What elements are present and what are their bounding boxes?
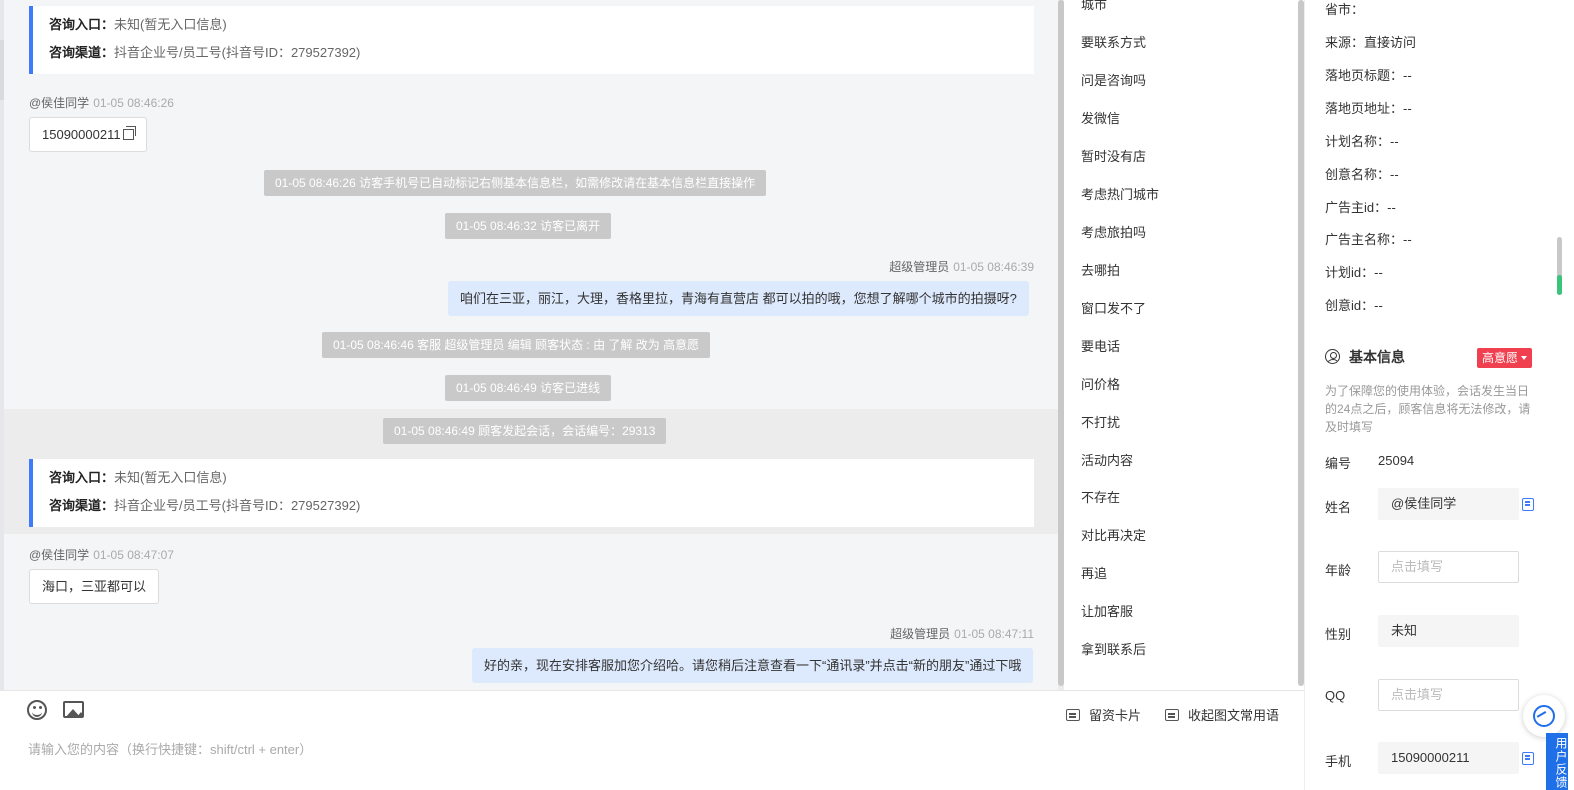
id-label: 编号	[1325, 456, 1352, 471]
landing-page-url: 落地页地址：--	[1325, 101, 1412, 116]
quick-reply-item[interactable]: 问是咨询吗	[1081, 73, 1146, 89]
consult-info-card: 咨询入口：未知(暂无入口信息) 咨询渠道：抖音企业号/员工号(抖音号ID：279…	[29, 6, 1034, 74]
quick-reply-item[interactable]: 对比再决定	[1081, 528, 1146, 544]
age-label: 年龄	[1325, 563, 1352, 578]
landing-page-title: 落地页标题：--	[1325, 68, 1412, 83]
channel-value: 抖音企业号/员工号(抖音号ID：279527392)	[114, 45, 361, 60]
intent-status-dropdown[interactable]: 高意愿	[1477, 348, 1533, 368]
quick-reply-item[interactable]: 问价格	[1081, 377, 1120, 393]
message-time: 01-05 08:46:39	[953, 260, 1034, 274]
basic-info-label: 基本信息	[1349, 349, 1405, 365]
collapse-phrases-label: 收起图文常用语	[1188, 708, 1280, 723]
message-icon	[1066, 709, 1080, 721]
entry-value: 未知(暂无入口信息)	[114, 17, 227, 32]
entry-value: 未知(暂无入口信息)	[114, 470, 227, 485]
collapse-phrases-button[interactable]: 收起图文常用语	[1165, 705, 1279, 724]
message-composer: 留资卡片 收起图文常用语 请输入您的内容（换行快捷键：shift/ctrl + …	[0, 690, 1304, 790]
message-input[interactable]: 请输入您的内容（换行快捷键：shift/ctrl + enter）	[28, 739, 312, 758]
quick-reply-item[interactable]: 不打扰	[1081, 415, 1120, 431]
quick-reply-item[interactable]: 暂时没有店	[1081, 149, 1146, 165]
basic-info-title: 基本信息	[1325, 347, 1405, 367]
source: 来源：直接访问	[1325, 35, 1417, 50]
quick-reply-item[interactable]: 让加客服	[1081, 604, 1133, 620]
message-time: 01-05 08:47:11	[954, 627, 1034, 641]
system-message: 01-05 08:46:49 访客已进线	[445, 375, 612, 401]
user-feedback-tab[interactable]: 用户反馈	[1546, 733, 1568, 790]
creative-id: 创意id：--	[1325, 298, 1383, 313]
assistant-float-button[interactable]	[1523, 695, 1565, 737]
message-meta: @侯佳同学 01-05 08:47:07	[29, 546, 174, 563]
quick-reply-item[interactable]: 要联系方式	[1081, 35, 1146, 51]
user-icon	[1325, 349, 1340, 364]
gender-select[interactable]: 未知	[1378, 615, 1519, 647]
gender-label: 性别	[1325, 627, 1352, 642]
message-meta: 超级管理员 01-05 08:47:11	[840, 625, 1034, 642]
visitor-message[interactable]: 海口，三亚都可以	[29, 569, 160, 604]
qq-field[interactable]: 点击填写	[1378, 679, 1519, 711]
system-message: 01-05 08:46:46 客服 超级管理员 编辑 顾客状态 : 由 了解 改…	[322, 332, 711, 358]
chat-panel: 咨询入口：未知(暂无入口信息) 咨询渠道：抖音企业号/员工号(抖音号ID：279…	[0, 0, 1064, 690]
chat-left-edge	[0, 0, 4, 690]
phone-label: 手机	[1325, 754, 1352, 769]
channel-value: 抖音企业号/员工号(抖音号ID：279527392)	[114, 498, 361, 513]
customer-info-panel: 省市： 来源：直接访问 落地页标题：-- 落地页地址：-- 计划名称：-- 创意…	[1304, 0, 1574, 790]
message-icon	[1165, 709, 1179, 721]
qq-label: QQ	[1325, 688, 1346, 703]
message-meta: @侯佳同学 01-05 08:46:26	[29, 94, 174, 111]
agent-message[interactable]: 咱们在三亚，丽江，大理，香格里拉，青海有直营店 都可以拍的哦，您想了解哪个城市的…	[448, 281, 1029, 316]
caret-down-icon	[1521, 356, 1528, 360]
quick-reply-item[interactable]: 考虑旅拍吗	[1081, 225, 1146, 241]
image-icon[interactable]	[63, 701, 84, 718]
customer-panel-scrollbar[interactable]	[1557, 237, 1562, 295]
lead-card-label: 留资卡片	[1089, 708, 1142, 723]
quick-reply-item[interactable]: 再追	[1081, 566, 1107, 582]
system-message: 01-05 08:46:32 访客已离开	[445, 213, 612, 239]
quick-reply-item[interactable]: 去哪拍	[1081, 263, 1120, 279]
sender-name: 超级管理员	[890, 627, 951, 641]
entry-label: 咨询入口：	[49, 17, 115, 32]
quick-reply-item[interactable]: 要电话	[1081, 339, 1120, 355]
sender-name: @侯佳同学	[29, 548, 90, 562]
copy-icon[interactable]	[1522, 752, 1534, 765]
id-value: 25094	[1378, 453, 1415, 468]
province-city: 省市：	[1325, 2, 1365, 17]
quick-reply-item[interactable]: 活动内容	[1081, 453, 1133, 469]
quick-reply-item[interactable]: 窗口发不了	[1081, 301, 1146, 317]
quick-reply-item[interactable]: 城市	[1081, 0, 1107, 13]
system-message: 01-05 08:46:49 顾客发起会话，会话编号：29313	[383, 418, 667, 444]
intent-status-label: 高意愿	[1482, 351, 1519, 365]
message-text: 15090000211	[42, 127, 121, 142]
name-label: 姓名	[1325, 500, 1352, 515]
agent-message[interactable]: 好的亲，现在安排客服加您介绍哈。请您稍后注意查看一下“通讯录”并点击“新的朋友”…	[472, 648, 1034, 683]
lead-card-button[interactable]: 留资卡片	[1066, 705, 1141, 724]
copy-icon[interactable]	[1522, 498, 1534, 511]
age-field[interactable]: 点击填写	[1378, 551, 1519, 583]
consult-info-card: 咨询入口：未知(暂无入口信息) 咨询渠道：抖音企业号/员工号(抖音号ID：279…	[29, 459, 1034, 527]
advertiser-name: 广告主名称：--	[1325, 232, 1412, 247]
quick-reply-item[interactable]: 发微信	[1081, 111, 1120, 127]
advertiser-id: 广告主id：--	[1325, 200, 1396, 215]
message-time: 01-05 08:47:07	[93, 548, 174, 562]
message-meta: 超级管理员 01-05 08:46:39	[840, 258, 1034, 275]
channel-label: 咨询渠道：	[49, 45, 115, 60]
quick-reply-item[interactable]: 考虑热门城市	[1081, 187, 1159, 203]
name-field[interactable]: @侯佳同学	[1378, 488, 1519, 520]
copy-icon[interactable]	[122, 126, 136, 140]
plan-id: 计划id：--	[1325, 265, 1383, 280]
sender-name: 超级管理员	[889, 260, 950, 274]
quick-reply-item[interactable]: 拿到联系后	[1081, 642, 1146, 658]
quick-replies-panel: 城市 要联系方式 问是咨询吗 发微信 暂时没有店 考虑热门城市 考虑旅拍吗 去哪…	[1064, 0, 1304, 690]
edit-notice: 为了保障您的使用体验，会话发生当日的24点之后，顾客信息将无法修改，请及时填写	[1325, 384, 1531, 434]
entry-label: 咨询入口：	[49, 470, 115, 485]
plan-name: 计划名称：--	[1325, 134, 1399, 149]
message-time: 01-05 08:46:26	[93, 96, 174, 110]
visitor-message[interactable]: 15090000211	[29, 117, 147, 152]
system-message: 01-05 08:46:26 访客手机号已自动标记右侧基本信息栏，如需修改请在基…	[264, 170, 767, 196]
phone-field[interactable]: 15090000211	[1378, 742, 1519, 774]
smile-icon[interactable]	[27, 700, 47, 720]
sender-name: @侯佳同学	[29, 96, 90, 110]
channel-label: 咨询渠道：	[49, 498, 115, 513]
creative-name: 创意名称：--	[1325, 167, 1399, 182]
quick-reply-item[interactable]: 不存在	[1081, 490, 1120, 506]
